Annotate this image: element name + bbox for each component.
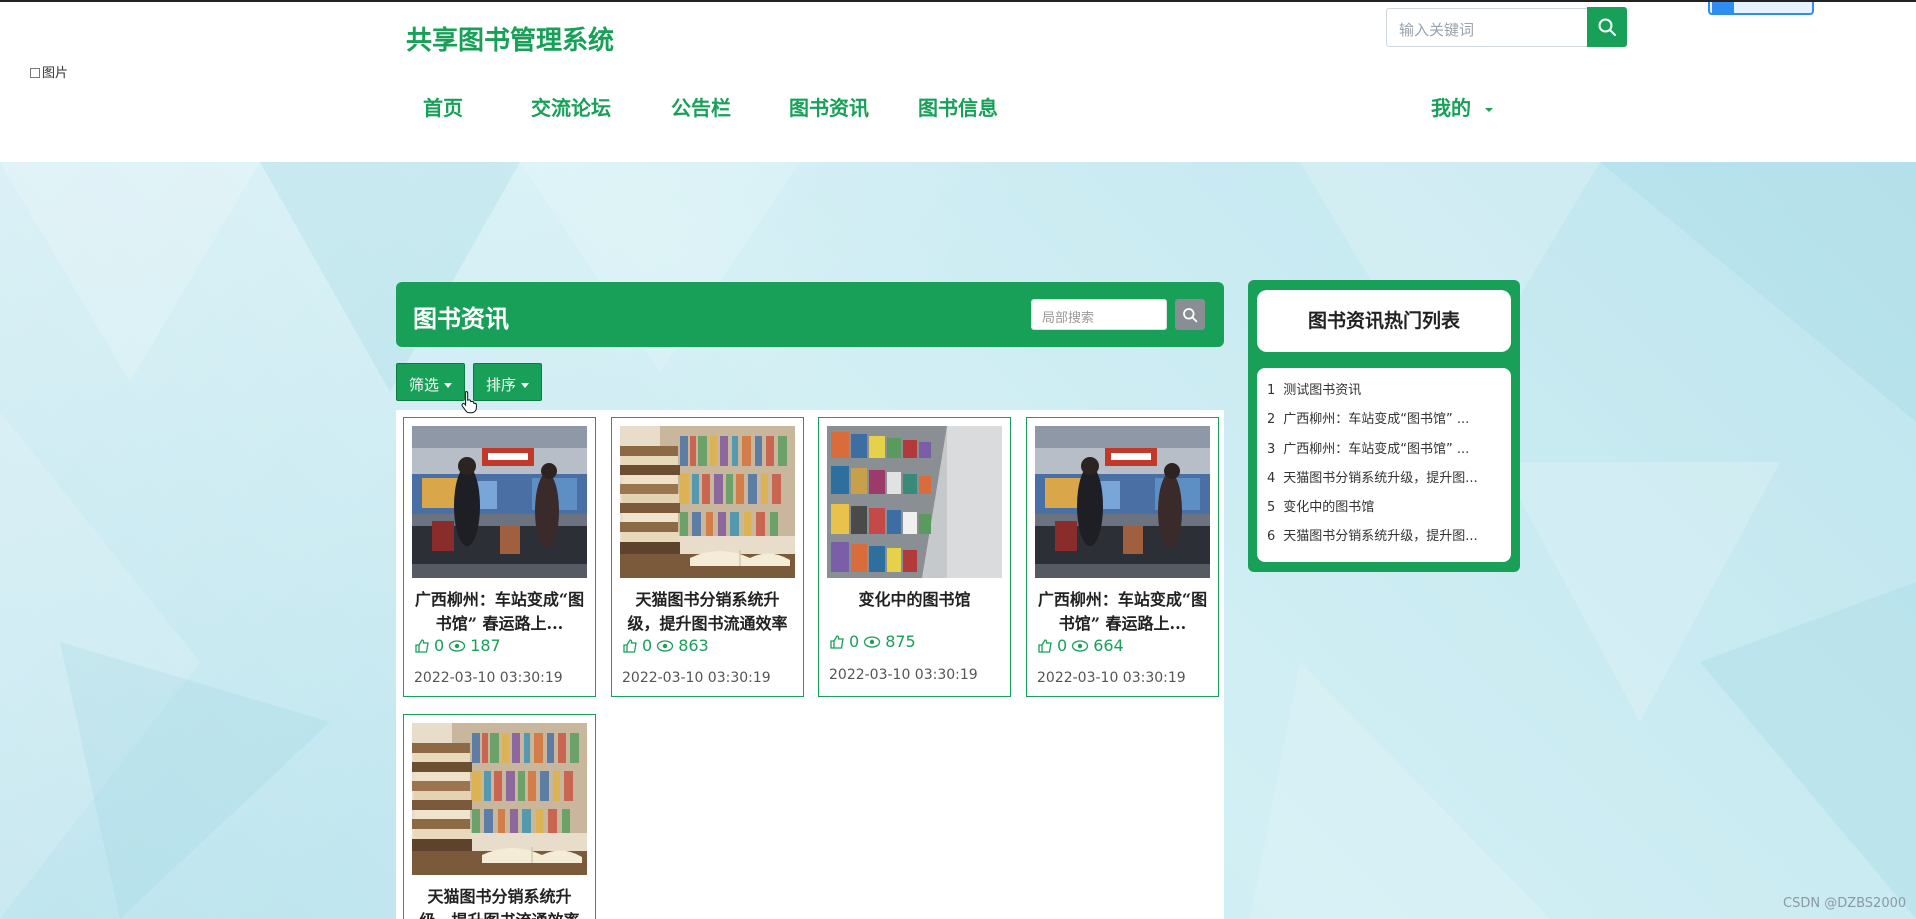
card-views: 187 [470,636,501,655]
thumbs-up-icon[interactable] [1037,638,1053,654]
thumbs-up-icon[interactable] [414,638,430,654]
header-search-button[interactable] [1587,7,1627,47]
card-stats: 0 187 [414,636,501,655]
hot-list-title: 图书资讯热门列表 [1257,290,1511,352]
hot-list-item[interactable]: 3 广西柳州：车站变成“图书馆” ... [1267,435,1501,464]
card-likes: 0 [642,636,653,655]
thumbs-up-icon[interactable] [829,634,845,650]
news-card[interactable]: 天猫图书分销系统升级，提升图书流通效率 [403,714,596,919]
hot-item-text: 天猫图书分销系统升级，提升图... [1283,470,1478,486]
card-views: 875 [885,632,916,651]
hot-item-text: 广西柳州：车站变成“图书馆” ... [1283,412,1470,428]
hot-item-text: 天猫图书分销系统升级，提升图... [1283,529,1478,545]
hot-list-panel: 图书资讯热门列表 1 测试图书资讯 2 广西柳州：车站变成“图书馆” ... 3 广西… [1248,280,1520,572]
card-date: 2022-03-10 03:30:19 [622,670,771,686]
card-date: 2022-03-10 03:30:19 [414,670,563,686]
nav-notice-board[interactable]: 公告栏 [671,92,731,121]
hot-list-item[interactable]: 4 天猫图书分销系统升级，提升图... [1267,464,1501,493]
card-date: 2022-03-10 03:30:19 [829,667,978,683]
card-stats: 0 863 [622,636,709,655]
hot-item-number: 2 [1267,412,1276,428]
card-image[interactable] [1035,426,1210,578]
card-stats: 0 664 [1037,636,1124,655]
caret-down-icon [521,383,530,388]
section-header: 图书资讯 局部搜索 [396,282,1224,347]
card-image[interactable] [412,426,587,578]
hot-item-number: 3 [1267,441,1276,457]
hot-item-text: 广西柳州：车站变成“图书馆” ... [1283,441,1470,457]
card-title[interactable]: 广西柳州：车站变成“图书馆” 春运路上... [412,588,587,636]
badge-icon [1712,2,1734,13]
hot-list-item[interactable]: 6 天猫图书分销系统升级，提升图... [1267,522,1501,551]
corner-badge[interactable] [1708,2,1814,15]
caret-down-icon [1485,107,1493,112]
eye-icon [864,635,881,648]
hot-list-item[interactable]: 2 广西柳州：车站变成“图书馆” ... [1267,405,1501,434]
hot-list-item[interactable]: 5 变化中的图书馆 [1267,493,1501,522]
nav-book-news[interactable]: 图书资讯 [789,92,869,121]
local-search-button[interactable] [1175,299,1205,330]
caret-down-icon [444,383,453,388]
nav-mine-dropdown[interactable]: 我的 [1431,92,1493,121]
watermark: CSDN @DZBS2000 [1783,896,1907,911]
hot-item-text: 测试图书资讯 [1283,383,1362,398]
thumbs-up-icon[interactable] [622,638,638,654]
broken-image-icon [30,68,40,78]
broken-image: 图片 [30,62,68,81]
nav-book-info[interactable]: 图书信息 [918,92,998,121]
sort-label: 排序 [486,376,517,394]
eye-icon [1072,639,1089,652]
card-date: 2022-03-10 03:30:19 [1037,670,1186,686]
nav-mine-label: 我的 [1431,96,1471,120]
filter-label: 筛选 [409,376,440,394]
card-likes: 0 [434,636,445,655]
eye-icon [657,639,674,652]
search-icon [1183,307,1198,322]
hot-item-number: 1 [1267,383,1276,398]
broken-image-alt: 图片 [42,66,69,81]
card-title[interactable]: 广西柳州：车站变成“图书馆” 春运路上... [1035,588,1210,636]
card-title[interactable]: 变化中的图书馆 [827,588,1002,612]
card-views: 863 [678,636,709,655]
top-header: 图片 共享图书管理系统 输入关键词 首页 交流论坛 公告栏 图书资讯 图书信息 … [0,0,1916,162]
news-card[interactable]: 广西柳州：车站变成“图书馆” 春运路上... 0 664 2022-03-10 … [1026,417,1219,697]
sort-dropdown-button[interactable]: 排序 [473,363,543,401]
card-stats: 0 875 [829,632,916,651]
card-title[interactable]: 天猫图书分销系统升级，提升图书流通效率 [620,588,795,636]
hot-item-text: 变化中的图书馆 [1283,500,1375,516]
hot-item-number: 6 [1267,529,1276,545]
card-likes: 0 [1057,636,1068,655]
card-title[interactable]: 天猫图书分销系统升级，提升图书流通效率 [412,885,587,919]
local-search-input[interactable]: 局部搜索 [1031,299,1167,330]
filter-dropdown-button[interactable]: 筛选 [396,363,466,401]
news-card[interactable]: 广西柳州：车站变成“图书馆” 春运路上... 0 187 2022-03-10 … [403,417,596,697]
hot-item-number: 4 [1267,470,1276,486]
nav-home[interactable]: 首页 [423,92,463,121]
eye-icon [449,639,466,652]
site-title[interactable]: 共享图书管理系统 [406,20,614,57]
card-likes: 0 [849,632,860,651]
header-search-input[interactable]: 输入关键词 [1386,8,1588,47]
news-card[interactable]: 变化中的图书馆 0 875 2022-03-10 03:30:19 [818,417,1011,697]
hot-item-number: 5 [1267,500,1276,516]
hand-cursor-icon [461,390,477,414]
news-card[interactable]: 天猫图书分销系统升级，提升图书流通效率 0 863 2022-03-10 03:… [611,417,804,697]
card-image[interactable] [620,426,795,578]
card-views: 664 [1093,636,1124,655]
section-title: 图书资讯 [413,305,509,333]
nav-forum[interactable]: 交流论坛 [531,92,611,121]
card-image[interactable] [827,426,1002,578]
search-icon [1598,18,1616,36]
card-image[interactable] [412,723,587,875]
hot-list-item[interactable]: 1 测试图书资讯 [1267,376,1501,405]
hot-list: 1 测试图书资讯 2 广西柳州：车站变成“图书馆” ... 3 广西柳州：车站变成“图… [1257,368,1511,562]
